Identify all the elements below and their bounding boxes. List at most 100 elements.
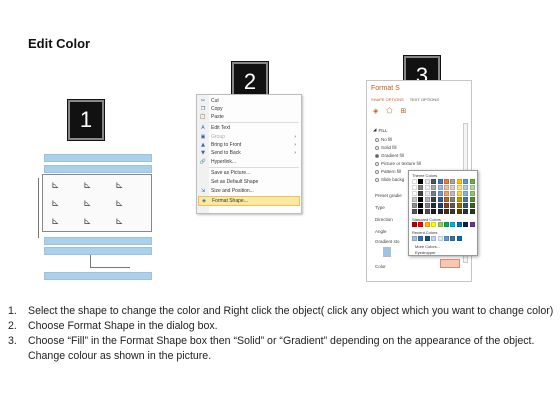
color-swatch[interactable] bbox=[469, 203, 475, 208]
menu-item-group[interactable]: ▣ Group › bbox=[198, 133, 300, 141]
color-swatch[interactable] bbox=[456, 203, 462, 208]
color-swatch[interactable] bbox=[437, 203, 443, 208]
color-swatch[interactable] bbox=[431, 203, 437, 208]
color-swatch[interactable] bbox=[424, 203, 430, 208]
color-swatch[interactable] bbox=[418, 236, 424, 241]
radio-solid-fill[interactable] bbox=[375, 145, 379, 150]
menu-item-copy[interactable]: ❐ Copy bbox=[198, 105, 300, 113]
color-swatch[interactable] bbox=[418, 185, 424, 190]
color-swatch[interactable] bbox=[444, 179, 449, 184]
color-swatch[interactable] bbox=[437, 179, 443, 184]
color-swatch[interactable] bbox=[424, 191, 430, 196]
color-swatch[interactable] bbox=[463, 222, 469, 227]
tab-shape-options[interactable]: SHAPE OPTIONS bbox=[371, 97, 404, 102]
color-swatch[interactable] bbox=[437, 197, 443, 202]
diagram-bar[interactable] bbox=[44, 154, 152, 162]
color-swatch[interactable] bbox=[418, 197, 424, 202]
menu-item-edit-text[interactable]: A Edit Text bbox=[198, 124, 300, 132]
color-swatch[interactable] bbox=[469, 197, 475, 202]
radio-gradient-fill[interactable] bbox=[375, 153, 379, 158]
color-swatch[interactable] bbox=[450, 203, 456, 208]
color-swatch[interactable] bbox=[424, 185, 430, 190]
color-swatch[interactable] bbox=[463, 191, 469, 196]
diagram-bar[interactable] bbox=[44, 272, 152, 280]
color-swatch[interactable] bbox=[424, 209, 430, 214]
size-icon[interactable]: ⊞ bbox=[400, 107, 406, 115]
color-swatch[interactable] bbox=[450, 185, 456, 190]
color-swatch[interactable] bbox=[412, 236, 417, 241]
menu-item-set-default-shape[interactable]: Set as Default Shape bbox=[198, 178, 300, 186]
color-swatch[interactable] bbox=[450, 222, 456, 227]
color-swatch[interactable] bbox=[437, 222, 443, 227]
color-swatch[interactable] bbox=[431, 236, 437, 241]
color-swatch[interactable] bbox=[469, 191, 475, 196]
color-swatch[interactable] bbox=[418, 179, 424, 184]
option-solid-fill[interactable]: Solid fill bbox=[375, 145, 397, 150]
color-swatch[interactable] bbox=[412, 197, 417, 202]
color-swatch[interactable] bbox=[424, 236, 430, 241]
diagram-bar[interactable] bbox=[44, 165, 152, 173]
color-swatch[interactable] bbox=[431, 179, 437, 184]
color-swatch[interactable] bbox=[412, 191, 417, 196]
color-swatch[interactable] bbox=[469, 209, 475, 214]
menu-item-cut[interactable]: ✂ Cut bbox=[198, 97, 300, 105]
menu-item-size-and-position[interactable]: ⇲ Size and Position... bbox=[198, 187, 300, 195]
color-swatch[interactable] bbox=[424, 179, 430, 184]
menu-item-save-as-picture[interactable]: Save as Picture... bbox=[198, 169, 300, 177]
menu-item-bring-to-front[interactable]: ▲ Bring to Front › bbox=[198, 141, 300, 149]
color-swatch[interactable] bbox=[431, 209, 437, 214]
pentagon-icon[interactable]: ⬠ bbox=[386, 107, 392, 115]
color-swatch[interactable] bbox=[424, 222, 430, 227]
option-slide-background[interactable]: Slide backg bbox=[375, 177, 404, 182]
color-swatch[interactable] bbox=[444, 197, 449, 202]
color-swatch[interactable] bbox=[456, 191, 462, 196]
menu-item-send-to-back[interactable]: ▼ Send to Back › bbox=[198, 149, 300, 157]
color-swatch[interactable] bbox=[424, 197, 430, 202]
color-swatch[interactable] bbox=[431, 191, 437, 196]
option-no-fill[interactable]: No fill bbox=[375, 137, 392, 142]
color-swatch[interactable] bbox=[418, 209, 424, 214]
color-swatch[interactable] bbox=[418, 203, 424, 208]
gradient-stop-handle[interactable] bbox=[383, 247, 391, 257]
color-swatch[interactable] bbox=[431, 185, 437, 190]
tab-text-options[interactable]: TEXT OPTIONS bbox=[410, 97, 439, 102]
color-swatch[interactable] bbox=[444, 209, 449, 214]
context-menu[interactable]: ✂ Cut ❐ Copy 📋 Paste A Edit Text ▣ Group… bbox=[196, 94, 302, 214]
radio-no-fill[interactable] bbox=[375, 137, 379, 142]
radio-slide-background[interactable] bbox=[375, 177, 379, 182]
color-swatch[interactable] bbox=[450, 209, 456, 214]
diagram-bar-selected[interactable] bbox=[44, 247, 152, 255]
color-swatch[interactable] bbox=[450, 197, 456, 202]
color-swatch[interactable] bbox=[437, 185, 443, 190]
color-swatch[interactable] bbox=[444, 185, 449, 190]
color-swatch[interactable] bbox=[469, 185, 475, 190]
color-swatch[interactable] bbox=[412, 209, 417, 214]
diagram-icon-grid[interactable]: ⊾ ⊾ ⊾ ⊾ ⊾ ⊾ ⊾ ⊾ ⊾ bbox=[42, 174, 152, 232]
color-swatch[interactable] bbox=[456, 222, 462, 227]
color-swatch[interactable] bbox=[463, 209, 469, 214]
color-swatch[interactable] bbox=[456, 179, 462, 184]
eyedropper-item[interactable]: Eyedropper bbox=[415, 250, 436, 255]
menu-item-format-shape[interactable]: ◈ Format Shape... bbox=[198, 196, 300, 206]
color-swatch[interactable] bbox=[463, 179, 469, 184]
color-swatch[interactable] bbox=[469, 179, 475, 184]
color-swatch[interactable] bbox=[412, 222, 417, 227]
option-gradient-fill[interactable]: Gradient fill bbox=[375, 153, 404, 158]
color-swatch[interactable] bbox=[431, 197, 437, 202]
color-swatch[interactable] bbox=[444, 191, 449, 196]
color-swatch[interactable] bbox=[456, 197, 462, 202]
more-colors-item[interactable]: More Colors... bbox=[415, 244, 440, 249]
menu-item-paste[interactable]: 📋 Paste bbox=[198, 113, 300, 121]
color-swatch[interactable] bbox=[431, 222, 437, 227]
fill-section-header[interactable]: ◢ FILL bbox=[373, 127, 387, 133]
color-swatch[interactable] bbox=[418, 222, 424, 227]
sample-diagram[interactable]: ⊾ ⊾ ⊾ ⊾ ⊾ ⊾ ⊾ ⊾ ⊾ bbox=[36, 148, 156, 286]
color-swatch[interactable] bbox=[456, 185, 462, 190]
color-picker-button[interactable] bbox=[440, 259, 460, 268]
color-swatch[interactable] bbox=[412, 203, 417, 208]
radio-picture-fill[interactable] bbox=[375, 161, 379, 166]
color-swatch[interactable] bbox=[418, 191, 424, 196]
color-swatch[interactable] bbox=[456, 236, 462, 241]
color-swatch[interactable] bbox=[444, 236, 449, 241]
menu-item-hyperlink[interactable]: 🔗 Hyperlink... bbox=[198, 158, 300, 166]
